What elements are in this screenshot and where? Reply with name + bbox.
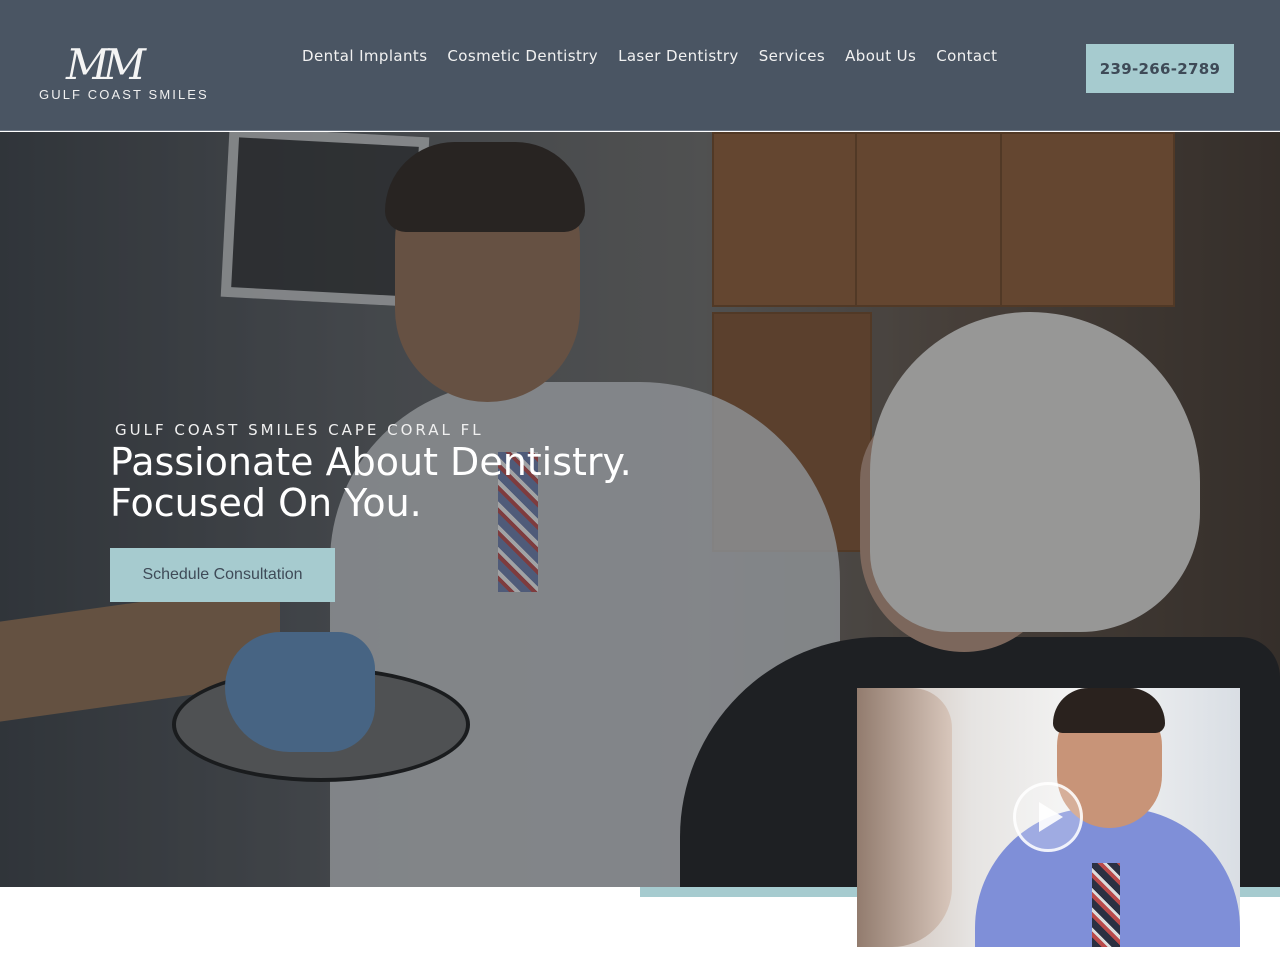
play-icon[interactable] bbox=[1013, 782, 1083, 852]
nav-about-us[interactable]: About Us bbox=[845, 44, 916, 68]
video-doctor-hair bbox=[1053, 688, 1165, 733]
phone-button[interactable]: 239-266-2789 bbox=[1086, 44, 1234, 93]
logo[interactable]: MM GULF COAST SMILES bbox=[38, 40, 207, 104]
play-triangle bbox=[1039, 802, 1063, 832]
site-header: MM GULF COAST SMILES Dental Implants Cos… bbox=[0, 0, 1280, 131]
nav-cosmetic-dentistry[interactable]: Cosmetic Dentistry bbox=[447, 44, 598, 68]
logo-monogram: MM bbox=[66, 40, 146, 89]
nav-contact[interactable]: Contact bbox=[936, 44, 997, 68]
schedule-consultation-button[interactable]: Schedule Consultation bbox=[110, 548, 335, 602]
nav-laser-dentistry[interactable]: Laser Dentistry bbox=[618, 44, 739, 68]
main-nav: Dental Implants Cosmetic Dentistry Laser… bbox=[302, 44, 997, 68]
hero-title-line2: Focused On You. bbox=[110, 481, 422, 525]
video-doctor-tie bbox=[1092, 863, 1120, 947]
video-foreground-blur bbox=[857, 688, 952, 947]
hero-title-line1: Passionate About Dentistry. bbox=[110, 440, 632, 484]
nav-services[interactable]: Services bbox=[759, 44, 825, 68]
video-thumbnail[interactable] bbox=[857, 688, 1240, 947]
hero-title: Passionate About Dentistry. Focused On Y… bbox=[110, 442, 632, 524]
nav-dental-implants[interactable]: Dental Implants bbox=[302, 44, 427, 68]
logo-wordmark: GULF COAST SMILES bbox=[39, 87, 209, 102]
hero-eyebrow: GULF COAST SMILES CAPE CORAL FL bbox=[115, 421, 484, 439]
